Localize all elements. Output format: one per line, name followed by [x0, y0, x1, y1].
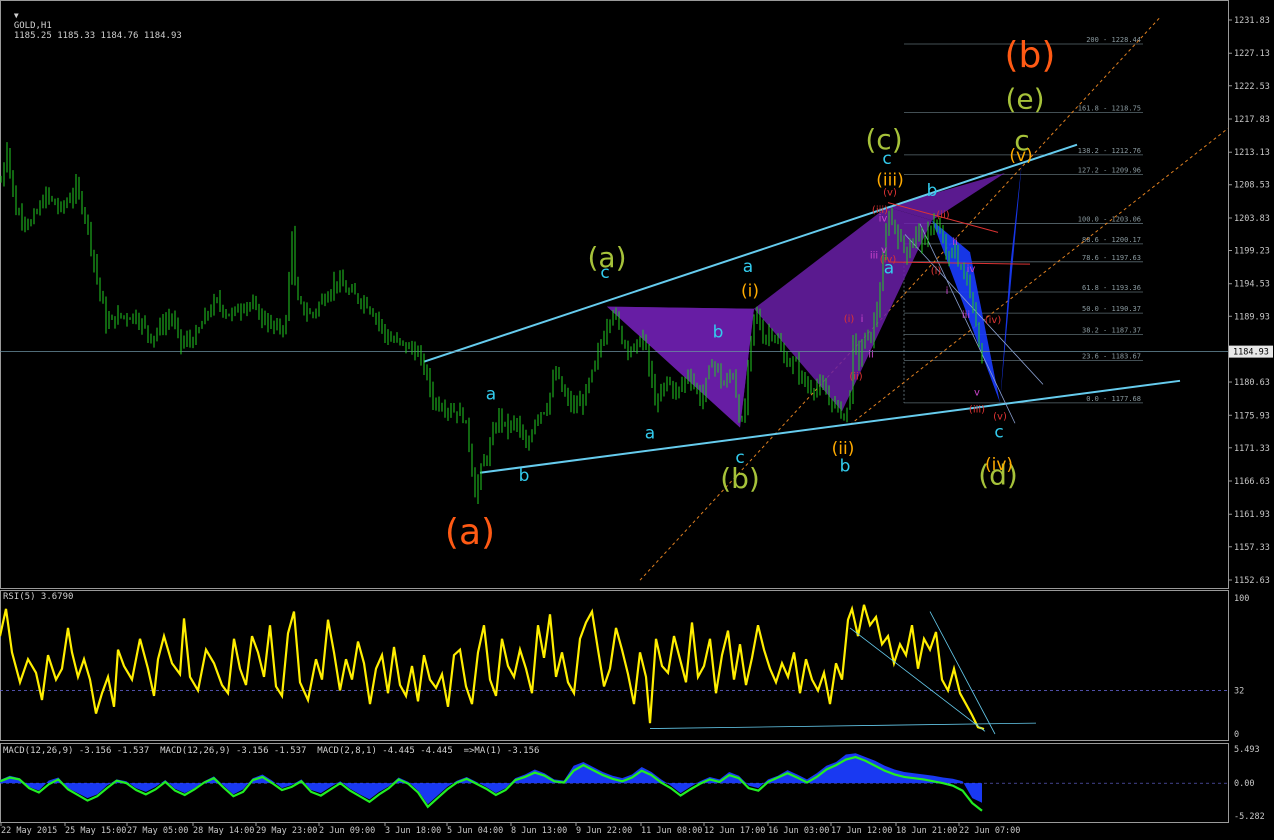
wave-label: b: [927, 181, 938, 201]
wave-label: (ii): [849, 371, 862, 382]
fib-level-label: 200 - 1228.44: [1086, 36, 1141, 44]
wave-label: (e): [1005, 82, 1044, 115]
current-price-label: 1184.93: [1233, 348, 1269, 358]
wave-label: a: [645, 423, 655, 443]
rsi-label: RSI(5) 3.6790: [3, 592, 74, 602]
wave-label: (iii): [969, 405, 985, 416]
wave-label: (iv): [880, 255, 897, 266]
wave-label: b: [519, 466, 530, 486]
wave-label: (v): [883, 188, 897, 199]
x-tick-label: 16 Jun 03:00: [768, 826, 829, 836]
wave-label: iii: [870, 250, 878, 261]
wave-label: c: [994, 423, 1003, 443]
wave-label: v: [881, 245, 887, 256]
chart-root: 1231.83 1227.13 1222.53 1217.83 1213.13 1208.…: [0, 0, 1274, 836]
rsi-y-tick-label: 32: [1234, 686, 1244, 696]
macd-y-tick-label: 5.493: [1234, 745, 1260, 755]
x-tick-label: 9 Jun 22:00: [576, 826, 632, 836]
x-tick-label: 5 Jun 04:00: [447, 826, 503, 836]
fib-level-label: 0.0 - 1177.68: [1086, 395, 1141, 403]
wave-label: (a): [445, 512, 495, 553]
wave-label: ii: [868, 349, 874, 360]
x-tick-label: 17 Jun 12:00: [831, 826, 892, 836]
wave-label: a: [743, 257, 753, 277]
wave-label: (iv): [985, 455, 1013, 475]
x-tick-label: 8 Jun 13:00: [511, 826, 567, 836]
wave-label: (ii): [832, 439, 855, 459]
price-y-tick-label: 1217.83: [1234, 115, 1270, 125]
x-tick-label: 29 May 23:00: [256, 826, 317, 836]
price-y-tick-label: 1161.93: [1234, 510, 1270, 520]
price-y-tick-label: 1171.33: [1234, 444, 1270, 454]
fib-level-label: 61.8 - 1193.36: [1082, 284, 1141, 292]
price-y-tick-label: 1194.53: [1234, 280, 1270, 290]
chart-canvas: 1231.83 1227.13 1222.53 1217.83 1213.13 1208.…: [0, 0, 1274, 836]
x-tick-label: 3 Jun 18:00: [385, 826, 441, 836]
wave-label: (iv): [985, 315, 1002, 326]
macd-y-tick-label: -5.282: [1234, 812, 1265, 822]
chart-symbol-title: GOLD,H1: [13, 21, 52, 31]
wave-label: (i): [741, 281, 759, 301]
symbol-dropdown-icon[interactable]: ▼: [14, 11, 19, 20]
wave-label: c: [882, 149, 891, 169]
price-y-tick-label: 1222.53: [1234, 82, 1270, 92]
x-tick-label: 28 May 14:00: [193, 826, 254, 836]
price-y-tick-label: 1227.13: [1234, 49, 1270, 59]
price-y-tick-label: 1208.53: [1234, 181, 1270, 191]
x-tick-label: 18 Jun 21:00: [896, 826, 957, 836]
wave-label: c: [735, 448, 744, 468]
wave-label: iv: [879, 214, 888, 225]
wave-label: (b): [1005, 35, 1056, 76]
wave-label: (v): [1009, 146, 1032, 166]
price-y-tick-label: 1175.93: [1234, 411, 1270, 421]
wave-label: i: [861, 314, 864, 325]
price-y-tick-label: 1199.23: [1234, 247, 1270, 257]
chart-ohlc-values: 1185.25 1185.33 1184.76 1184.93: [13, 31, 182, 41]
fib-level-label: 138.2 - 1212.76: [1078, 147, 1141, 155]
price-y-tick-label: 1152.63: [1234, 576, 1270, 586]
wave-label: (v): [993, 412, 1007, 423]
price-y-tick-label: 1203.83: [1234, 214, 1270, 224]
macd-label: MACD(12,26,9) -3.156 -1.537 MACD(12,26,9…: [3, 746, 540, 756]
wave-label: b: [713, 322, 724, 342]
x-tick-label: 2 Jun 09:00: [319, 826, 375, 836]
price-y-tick-label: 1180.63: [1234, 378, 1270, 388]
chart-background: [0, 0, 1274, 836]
fib-level-label: 88.6 - 1200.17: [1082, 236, 1141, 244]
wave-label: iv: [967, 264, 976, 275]
x-tick-label: 25 May 15:00: [65, 826, 126, 836]
x-tick-label: 27 May 05:00: [127, 826, 188, 836]
fib-level-label: 38.2 - 1187.37: [1082, 326, 1141, 334]
rsi-y-tick-label: 0: [1234, 730, 1239, 740]
wave-label: (ii): [936, 210, 949, 221]
wave-label: i: [946, 286, 949, 297]
rsi-y-tick-label: 100: [1234, 594, 1249, 604]
fib-level-label: 127.2 - 1209.96: [1078, 167, 1141, 175]
price-y-tick-label: 1189.93: [1234, 312, 1270, 322]
fib-level-label: 161.8 - 1218.75: [1078, 104, 1141, 112]
wave-label: (i): [931, 266, 942, 277]
wave-label: ii: [952, 237, 958, 248]
x-tick-label: 22 May 2015: [1, 826, 57, 836]
wave-label: (i): [844, 314, 855, 325]
wave-label: a: [486, 384, 496, 404]
chart-header: ▼ GOLD,H1 1185.25 1185.33 1184.76 1184.9…: [3, 1, 182, 41]
wave-label: iii: [962, 310, 970, 321]
price-y-tick-label: 1157.33: [1234, 543, 1270, 553]
price-y-tick-label: 1213.13: [1234, 148, 1270, 158]
wave-label: v: [974, 388, 980, 399]
wave-label: b: [840, 457, 851, 477]
fib-level-label: 23.6 - 1183.67: [1082, 353, 1141, 361]
x-tick-label: 11 Jun 08:00: [641, 826, 702, 836]
x-tick-label: 12 Jun 17:00: [704, 826, 765, 836]
price-y-tick-label: 1231.83: [1234, 16, 1270, 26]
fib-level-label: 78.6 - 1197.63: [1082, 254, 1141, 262]
x-tick-label: 22 Jun 07:00: [959, 826, 1020, 836]
price-y-tick-label: 1166.63: [1234, 477, 1270, 487]
macd-y-tick-label: 0.00: [1234, 779, 1254, 789]
fib-level-label: 50.0 - 1190.37: [1082, 305, 1141, 313]
fib-level-label: 100.0 - 1203.06: [1078, 215, 1141, 223]
wave-label: c: [600, 263, 609, 283]
